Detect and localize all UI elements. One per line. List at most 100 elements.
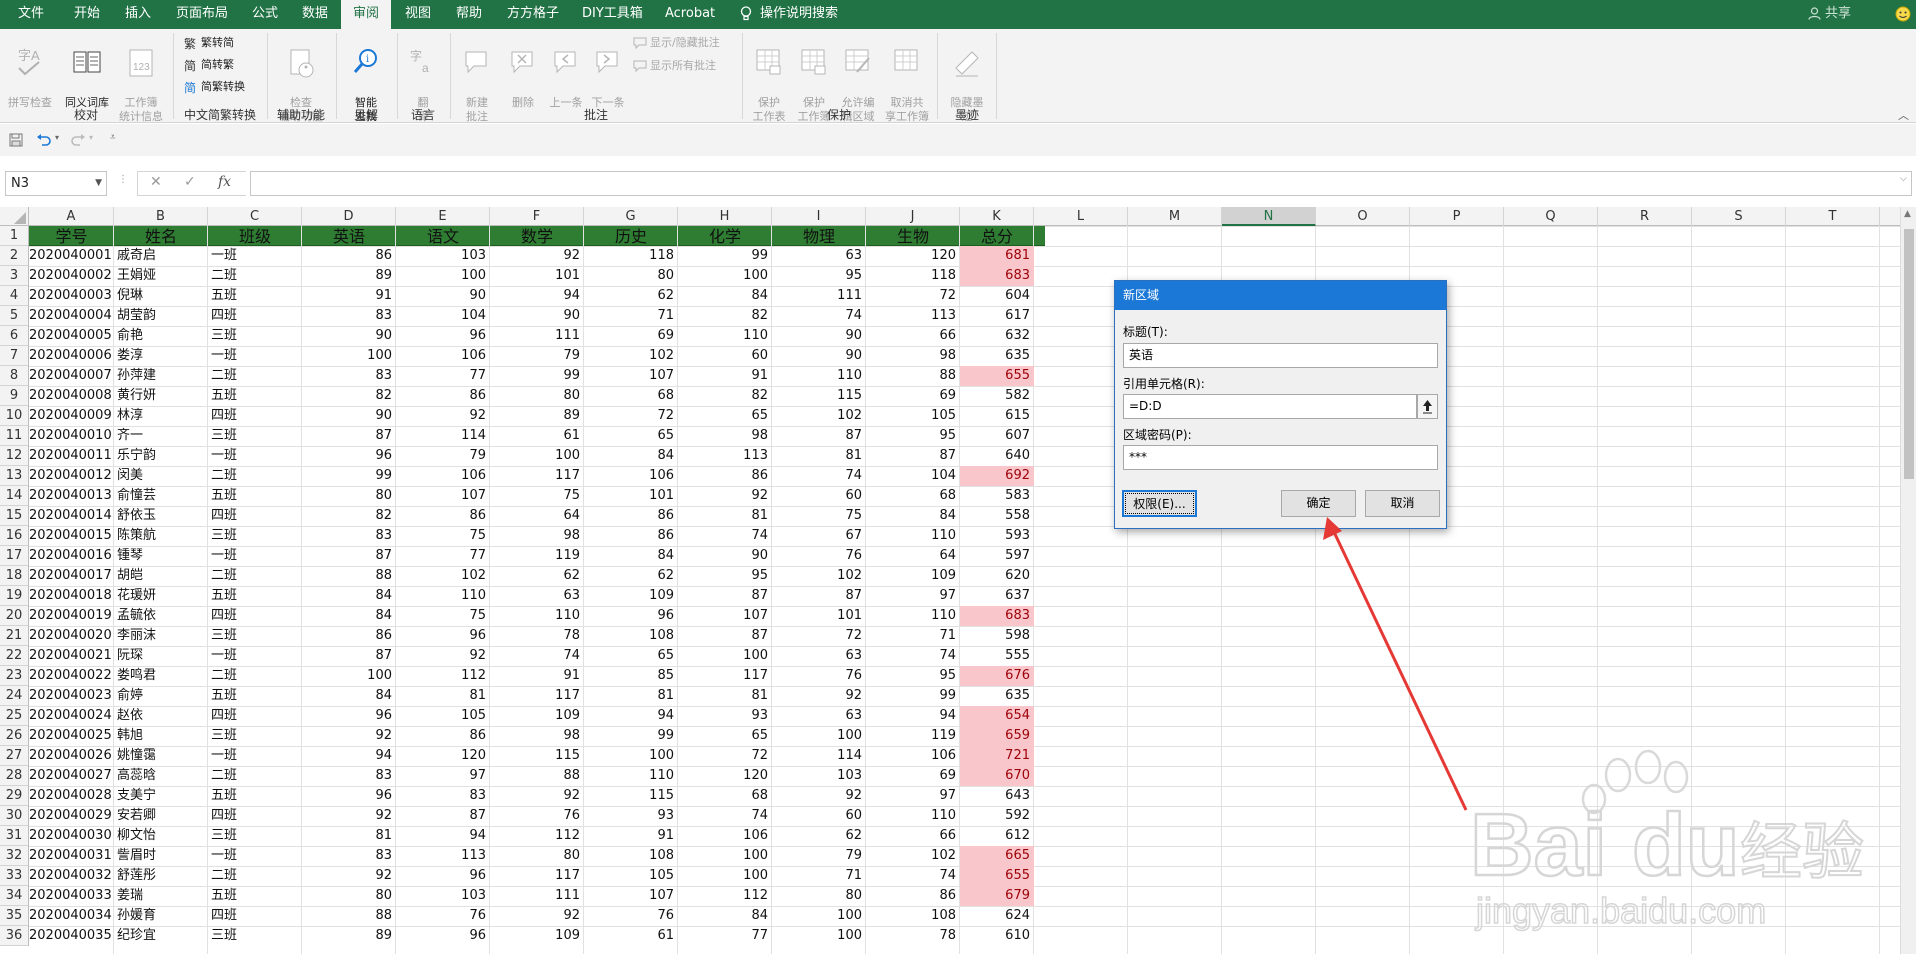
table-cell[interactable]: 109 [584, 586, 678, 606]
table-cell[interactable]: 114 [396, 426, 490, 446]
table-cell[interactable]: 117 [490, 466, 584, 486]
reference-input[interactable]: =D:D [1123, 394, 1417, 419]
table-cell[interactable]: 106 [678, 826, 772, 846]
tab-review[interactable]: 审阅 [341, 0, 392, 29]
cancel-button[interactable]: 取消 [1365, 490, 1440, 517]
table-header-cell[interactable]: 数学 [490, 226, 584, 246]
table-cell[interactable]: 96 [302, 786, 396, 806]
table-cell[interactable]: 106 [396, 466, 490, 486]
table-cell[interactable]: 103 [772, 766, 866, 786]
table-cell[interactable]: 592 [960, 806, 1034, 826]
table-cell[interactable]: 訾眉时 [114, 846, 208, 866]
table-cell[interactable]: 120 [866, 246, 960, 266]
table-cell[interactable]: 101 [584, 486, 678, 506]
table-cell[interactable]: 110 [866, 606, 960, 626]
table-cell[interactable]: 110 [490, 606, 584, 626]
show-hide-comment-button[interactable]: 显示/隐藏批注 [633, 33, 720, 53]
row-header-10[interactable]: 10 [0, 406, 28, 426]
table-cell[interactable]: 111 [490, 886, 584, 906]
table-cell[interactable]: 2020040034 [29, 906, 114, 926]
previous-comment-button[interactable]: 上一条 [545, 32, 587, 110]
table-cell[interactable]: 2020040029 [29, 806, 114, 826]
table-cell[interactable]: 王娟娅 [114, 266, 208, 286]
column-header-K[interactable]: K [960, 207, 1034, 226]
table-cell[interactable]: 81 [584, 686, 678, 706]
table-cell[interactable]: 76 [772, 546, 866, 566]
column-header-H[interactable]: H [678, 207, 772, 226]
row-header-24[interactable]: 24 [0, 686, 28, 706]
table-cell[interactable]: 80 [584, 266, 678, 286]
table-cell[interactable]: 四班 [208, 606, 302, 626]
table-cell[interactable]: 92 [302, 726, 396, 746]
table-cell[interactable]: 64 [490, 506, 584, 526]
table-cell[interactable]: 四班 [208, 806, 302, 826]
table-cell[interactable]: 80 [490, 386, 584, 406]
table-cell[interactable]: 87 [396, 806, 490, 826]
table-cell[interactable]: 88 [302, 566, 396, 586]
table-cell[interactable]: 2020040003 [29, 286, 114, 306]
table-cell[interactable]: 102 [866, 846, 960, 866]
table-cell[interactable]: 83 [302, 526, 396, 546]
enter-icon[interactable]: ✓ [184, 174, 196, 190]
table-cell[interactable]: 74 [490, 646, 584, 666]
table-cell[interactable]: 640 [960, 446, 1034, 466]
row-header-4[interactable]: 4 [0, 286, 28, 306]
table-cell[interactable]: 99 [302, 466, 396, 486]
table-cell[interactable]: 娄鸣君 [114, 666, 208, 686]
table-cell[interactable]: 89 [302, 926, 396, 946]
table-cell[interactable]: 105 [866, 406, 960, 426]
table-cell[interactable]: 637 [960, 586, 1034, 606]
chevron-down-icon[interactable]: ▼ [95, 172, 102, 195]
table-cell[interactable]: 63 [772, 246, 866, 266]
tab-file[interactable]: 文件 [16, 0, 46, 29]
table-cell[interactable]: 82 [678, 306, 772, 326]
table-cell[interactable]: 李丽沫 [114, 626, 208, 646]
table-cell[interactable]: 676 [960, 666, 1034, 686]
table-cell[interactable]: 87 [302, 426, 396, 446]
table-cell[interactable]: 2020040001 [29, 246, 114, 266]
table-cell[interactable]: 620 [960, 566, 1034, 586]
table-cell[interactable]: 76 [490, 806, 584, 826]
table-cell[interactable]: 74 [678, 526, 772, 546]
table-cell[interactable]: 96 [584, 606, 678, 626]
table-cell[interactable]: 五班 [208, 586, 302, 606]
table-cell[interactable]: 81 [772, 446, 866, 466]
table-cell[interactable]: 74 [772, 466, 866, 486]
table-cell[interactable]: 66 [866, 326, 960, 346]
row-header-21[interactable]: 21 [0, 626, 28, 646]
table-cell[interactable]: 100 [302, 666, 396, 686]
table-cell[interactable]: 78 [866, 926, 960, 946]
table-cell[interactable]: 62 [772, 826, 866, 846]
table-cell[interactable]: 655 [960, 866, 1034, 886]
table-cell[interactable]: 2020040002 [29, 266, 114, 286]
table-cell[interactable]: 100 [678, 646, 772, 666]
table-header-cell[interactable]: 历史 [584, 226, 678, 246]
table-cell[interactable]: 96 [302, 706, 396, 726]
table-cell[interactable]: 一班 [208, 846, 302, 866]
table-cell[interactable]: 二班 [208, 866, 302, 886]
chinese-conversion-button[interactable]: 简简繁转换 [184, 77, 245, 97]
undo-icon[interactable] [36, 133, 52, 147]
table-cell[interactable]: 108 [584, 626, 678, 646]
table-cell[interactable]: 83 [302, 366, 396, 386]
table-cell[interactable]: 84 [866, 506, 960, 526]
table-cell[interactable]: 75 [396, 606, 490, 626]
table-cell[interactable]: 68 [866, 486, 960, 506]
undo-dropdown-icon[interactable]: ▾ [55, 133, 59, 142]
table-cell[interactable]: 119 [490, 546, 584, 566]
select-all-corner[interactable] [0, 207, 29, 226]
table-cell[interactable]: 95 [772, 266, 866, 286]
table-cell[interactable]: 83 [302, 306, 396, 326]
row-header-29[interactable]: 29 [0, 786, 28, 806]
table-cell[interactable]: 舒莲彤 [114, 866, 208, 886]
table-cell[interactable]: 63 [490, 586, 584, 606]
table-cell[interactable]: 2020040025 [29, 726, 114, 746]
row-header-12[interactable]: 12 [0, 446, 28, 466]
table-cell[interactable]: 2020040023 [29, 686, 114, 706]
table-cell[interactable]: 99 [678, 246, 772, 266]
table-cell[interactable]: 2020040026 [29, 746, 114, 766]
table-cell[interactable]: 582 [960, 386, 1034, 406]
table-cell[interactable]: 635 [960, 346, 1034, 366]
table-cell[interactable]: 62 [584, 566, 678, 586]
table-cell[interactable]: 118 [866, 266, 960, 286]
